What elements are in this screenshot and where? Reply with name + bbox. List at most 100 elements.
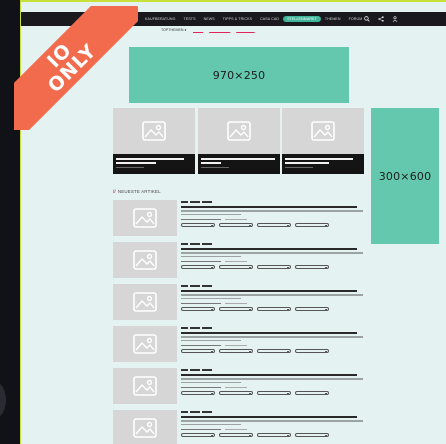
tag-pill[interactable] (295, 348, 329, 353)
io-only-badge: IO ONLY (14, 6, 138, 130)
tag-pill[interactable] (295, 264, 329, 269)
tag-pill[interactable] (219, 432, 253, 437)
article-teaser-line (181, 255, 241, 257)
ad-leaderboard-label: 970×250 (212, 68, 266, 82)
tag-pill[interactable] (181, 432, 215, 437)
article-meta (181, 302, 365, 305)
tag-pill[interactable] (181, 348, 215, 353)
article-tags (181, 326, 365, 330)
topthemen-link[interactable] (236, 28, 254, 32)
article-title-line (181, 332, 357, 335)
article-item[interactable] (113, 326, 365, 366)
tag-pill[interactable] (181, 390, 215, 395)
card-title-line (285, 158, 353, 160)
article-item[interactable] (113, 368, 365, 408)
article-tag-pills (181, 390, 365, 395)
article-tag-pills (181, 306, 365, 311)
io-only-text: IO ONLY (42, 38, 101, 97)
tag-pill[interactable] (181, 264, 215, 269)
article-teaser-line (181, 381, 241, 383)
article-teaser-line (181, 213, 241, 215)
article-meta (181, 428, 365, 431)
tag-pill[interactable] (295, 306, 329, 311)
nav-icons (364, 12, 398, 26)
article-title-line (181, 374, 357, 377)
tag-pill[interactable] (295, 222, 329, 227)
article-item[interactable] (113, 200, 365, 240)
topthemen-links (193, 28, 255, 32)
nav-link-themen[interactable]: THEMEN (321, 17, 345, 21)
article-item[interactable] (113, 284, 365, 324)
nav-link-kaufberatung[interactable]: KAUFBERATUNG (141, 17, 180, 21)
nav-links: KAUFBERATUNG TESTS NEWS TIPPS & TRICKS C… (141, 12, 366, 26)
article-teaser-line (181, 336, 363, 338)
nav-link-tipps[interactable]: TIPPS & TRICKS (219, 17, 256, 21)
nav-link-casa-cad[interactable]: CASA CAD (256, 17, 283, 21)
ad-halfpage[interactable]: 300×600 (371, 108, 439, 244)
image-placeholder-icon (133, 292, 157, 312)
article-teaser-line (181, 294, 363, 296)
article-meta (181, 260, 365, 263)
tag-pill[interactable] (219, 264, 253, 269)
share-icon[interactable] (378, 16, 384, 22)
ad-halfpage-label: 300×600 (378, 169, 432, 183)
nav-link-tests[interactable]: TESTS (180, 17, 200, 21)
card-meta-line (201, 167, 229, 168)
article-thumbnail (113, 284, 177, 320)
topthemen-link[interactable] (193, 28, 203, 32)
tag-pill[interactable] (219, 348, 253, 353)
tag-pill[interactable] (181, 306, 215, 311)
article-meta (181, 218, 365, 221)
card-title-line (116, 162, 156, 164)
article-thumbnail (113, 326, 177, 362)
article-item[interactable] (113, 242, 365, 282)
tag-pill[interactable] (257, 390, 291, 395)
card-meta-line (116, 167, 144, 168)
tag-pill[interactable] (257, 222, 291, 227)
article-body (181, 284, 365, 324)
article-title-line (181, 248, 357, 251)
card-title-line (201, 158, 275, 160)
image-placeholder-icon (227, 121, 251, 141)
article-body (181, 242, 365, 282)
article-item[interactable] (113, 410, 365, 444)
tag-pill[interactable] (257, 432, 291, 437)
image-placeholder-icon (142, 121, 166, 141)
user-icon[interactable] (392, 16, 398, 22)
tag-pill[interactable] (257, 264, 291, 269)
tag-pill[interactable] (219, 390, 253, 395)
article-body (181, 326, 365, 366)
topthemen-link[interactable] (209, 28, 230, 32)
tag-pill[interactable] (219, 222, 253, 227)
tag-pill[interactable] (295, 390, 329, 395)
image-placeholder-icon (133, 208, 157, 228)
article-tag-pills (181, 222, 365, 227)
image-placeholder-icon (133, 334, 157, 354)
card-title-line (285, 162, 329, 164)
flame-icon: ♦ (184, 28, 187, 32)
teaser-card[interactable] (282, 108, 364, 180)
tag-pill[interactable] (257, 306, 291, 311)
ad-leaderboard[interactable]: 970×250 (129, 47, 349, 103)
search-icon[interactable] (364, 16, 370, 22)
tag-pill[interactable] (219, 306, 253, 311)
article-tags (181, 284, 365, 288)
io-only-ribbon: IO ONLY (14, 6, 138, 130)
tag-pill[interactable] (257, 348, 291, 353)
tag-pill[interactable] (295, 432, 329, 437)
section-title: //NEUESTE ARTIKEL (113, 189, 161, 194)
article-body (181, 410, 365, 444)
nav-link-news[interactable]: NEWS (200, 17, 219, 21)
article-body (181, 368, 365, 408)
article-meta (181, 344, 365, 347)
article-teaser-line (181, 297, 241, 299)
article-thumbnail (113, 200, 177, 236)
nav-link-stellenmarkt[interactable]: STELLENMARKT (283, 16, 321, 22)
article-thumbnail (113, 410, 177, 444)
article-teaser-line (181, 423, 241, 425)
article-teaser-line (181, 252, 363, 254)
article-teaser-line (181, 420, 363, 422)
teaser-card[interactable] (198, 108, 280, 180)
article-title-line (181, 290, 357, 293)
tag-pill[interactable] (181, 222, 215, 227)
